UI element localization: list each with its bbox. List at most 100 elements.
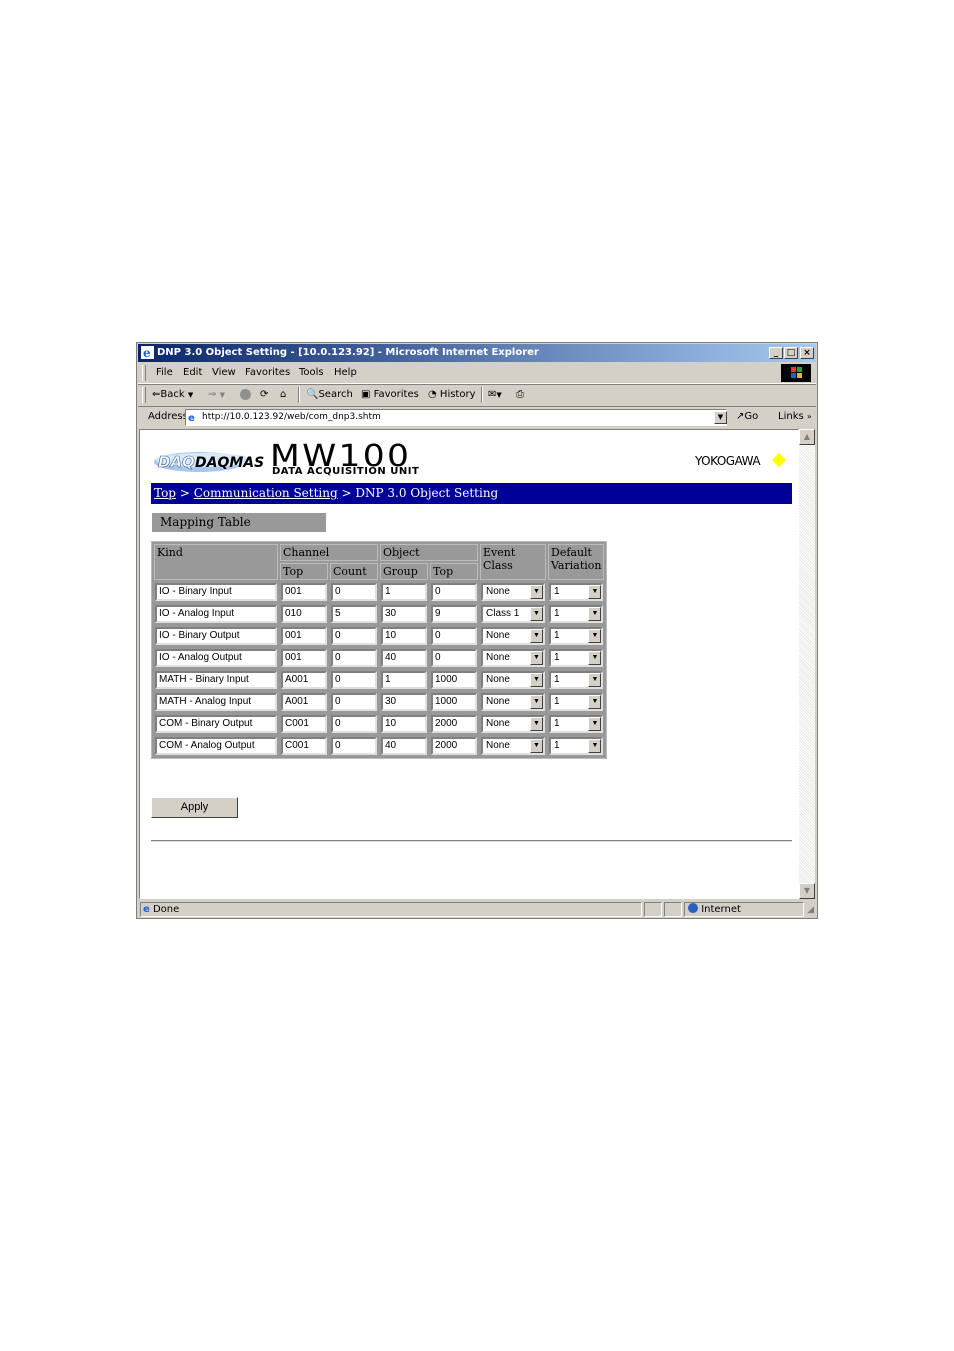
channel-top-field[interactable]: A001 [281,671,327,689]
default-variation-select[interactable]: 1 ▼ [549,671,604,689]
event-class-select[interactable]: None ▼ [481,715,545,733]
channel-top-field[interactable]: C001 [281,737,327,755]
default-variation-select[interactable]: 1 ▼ [549,737,604,755]
dropdown-arrow-icon[interactable]: ▼ [530,651,543,665]
close-button[interactable]: × [800,347,814,359]
channel-count-field[interactable]: 0 [331,715,377,733]
maximize-button[interactable]: □ [784,347,798,359]
kind-field[interactable]: COM - Binary Output [155,715,277,733]
dropdown-arrow-icon[interactable]: ▼ [588,607,602,621]
object-group-field[interactable]: 10 [381,627,427,645]
default-variation-select[interactable]: 1 ▼ [549,693,604,711]
dropdown-arrow-icon[interactable]: ▼ [588,739,602,753]
search-button[interactable]: 🔍Search [306,389,353,400]
history-button[interactable]: ◔ History [428,389,476,400]
breadcrumb-top[interactable]: Top [154,486,176,500]
channel-count-field[interactable]: 0 [331,671,377,689]
dropdown-arrow-icon[interactable]: ▼ [530,695,543,709]
channel-count-field[interactable]: 5 [331,605,377,623]
object-top-field[interactable]: 2000 [431,715,477,733]
channel-top-field[interactable]: 001 [281,583,327,601]
object-top-field[interactable]: 9 [431,605,477,623]
channel-top-field[interactable]: A001 [281,693,327,711]
object-top-field[interactable]: 0 [431,649,477,667]
dropdown-arrow-icon[interactable]: ▼ [530,607,543,621]
event-class-select[interactable]: Class 1 ▼ [481,605,545,623]
channel-top-field[interactable]: 001 [281,649,327,667]
print-button[interactable]: ⎙ [516,389,524,400]
scroll-down-button[interactable]: ▼ [799,883,815,899]
resize-grip-icon[interactable]: ◢ [807,905,814,915]
object-group-field[interactable]: 40 [381,649,427,667]
menu-view[interactable]: View [212,367,236,378]
kind-field[interactable]: COM - Analog Output [155,737,277,755]
vertical-scrollbar[interactable]: ▲ ▼ [799,429,815,899]
dropdown-arrow-icon[interactable]: ▼ [530,629,543,643]
default-variation-select[interactable]: 1 ▼ [549,583,604,601]
refresh-button[interactable]: ⟳ [260,389,268,400]
object-group-field[interactable]: 1 [381,583,427,601]
object-top-field[interactable]: 0 [431,627,477,645]
address-input[interactable]: e http://10.0.123.92/web/com_dnp3.shtm [185,409,727,426]
object-group-field[interactable]: 1 [381,671,427,689]
forward-button[interactable]: ⇒ ▼ [208,389,225,400]
mail-button[interactable]: ✉▼ [488,389,502,400]
kind-field[interactable]: IO - Binary Input [155,583,277,601]
default-variation-select[interactable]: 1 ▼ [549,715,604,733]
default-variation-select[interactable]: 1 ▼ [549,627,604,645]
event-class-select[interactable]: None ▼ [481,671,545,689]
default-variation-select[interactable]: 1 ▼ [549,649,604,667]
back-button[interactable]: ⇐Back ▼ [152,389,193,400]
address-dropdown-button[interactable]: ▼ [714,411,727,424]
default-variation-select[interactable]: 1 ▼ [549,605,604,623]
home-button[interactable]: ⌂ [280,389,286,400]
event-class-select[interactable]: None ▼ [481,737,545,755]
dropdown-arrow-icon[interactable]: ▼ [588,651,602,665]
kind-field[interactable]: IO - Binary Output [155,627,277,645]
channel-top-field[interactable]: C001 [281,715,327,733]
apply-button[interactable]: Apply [151,797,238,818]
kind-field[interactable]: IO - Analog Input [155,605,277,623]
event-class-select[interactable]: None ▼ [481,627,545,645]
channel-top-field[interactable]: 001 [281,627,327,645]
event-class-select[interactable]: None ▼ [481,693,545,711]
menu-file[interactable]: File [156,367,173,378]
object-top-field[interactable]: 1000 [431,671,477,689]
menu-edit[interactable]: Edit [183,367,202,378]
stop-button[interactable] [240,389,251,403]
dropdown-arrow-icon[interactable]: ▼ [588,695,602,709]
breadcrumb-communication-setting[interactable]: Communication Setting [194,486,338,500]
links-button[interactable]: Links » [778,411,812,422]
object-group-field[interactable]: 30 [381,693,427,711]
channel-count-field[interactable]: 0 [331,737,377,755]
dropdown-arrow-icon[interactable]: ▼ [588,585,602,599]
channel-count-field[interactable]: 0 [331,693,377,711]
scroll-up-button[interactable]: ▲ [799,429,815,445]
object-top-field[interactable]: 1000 [431,693,477,711]
kind-field[interactable]: MATH - Binary Input [155,671,277,689]
channel-count-field[interactable]: 0 [331,583,377,601]
favorites-button[interactable]: ▣ Favorites [361,389,419,400]
dropdown-arrow-icon[interactable]: ▼ [588,717,602,731]
dropdown-arrow-icon[interactable]: ▼ [530,673,543,687]
kind-field[interactable]: MATH - Analog Input [155,693,277,711]
event-class-select[interactable]: None ▼ [481,649,545,667]
kind-field[interactable]: IO - Analog Output [155,649,277,667]
dropdown-arrow-icon[interactable]: ▼ [530,717,543,731]
channel-count-field[interactable]: 0 [331,649,377,667]
go-button[interactable]: ↗Go [736,411,758,422]
dropdown-arrow-icon[interactable]: ▼ [530,585,543,599]
object-group-field[interactable]: 30 [381,605,427,623]
channel-count-field[interactable]: 0 [331,627,377,645]
minimize-button[interactable]: _ [769,347,783,359]
event-class-select[interactable]: None ▼ [481,583,545,601]
dropdown-arrow-icon[interactable]: ▼ [588,629,602,643]
object-group-field[interactable]: 10 [381,715,427,733]
object-top-field[interactable]: 0 [431,583,477,601]
dropdown-arrow-icon[interactable]: ▼ [588,673,602,687]
dropdown-arrow-icon[interactable]: ▼ [530,739,543,753]
object-group-field[interactable]: 40 [381,737,427,755]
channel-top-field[interactable]: 010 [281,605,327,623]
object-top-field[interactable]: 2000 [431,737,477,755]
menu-favorites[interactable]: Favorites [245,367,290,378]
